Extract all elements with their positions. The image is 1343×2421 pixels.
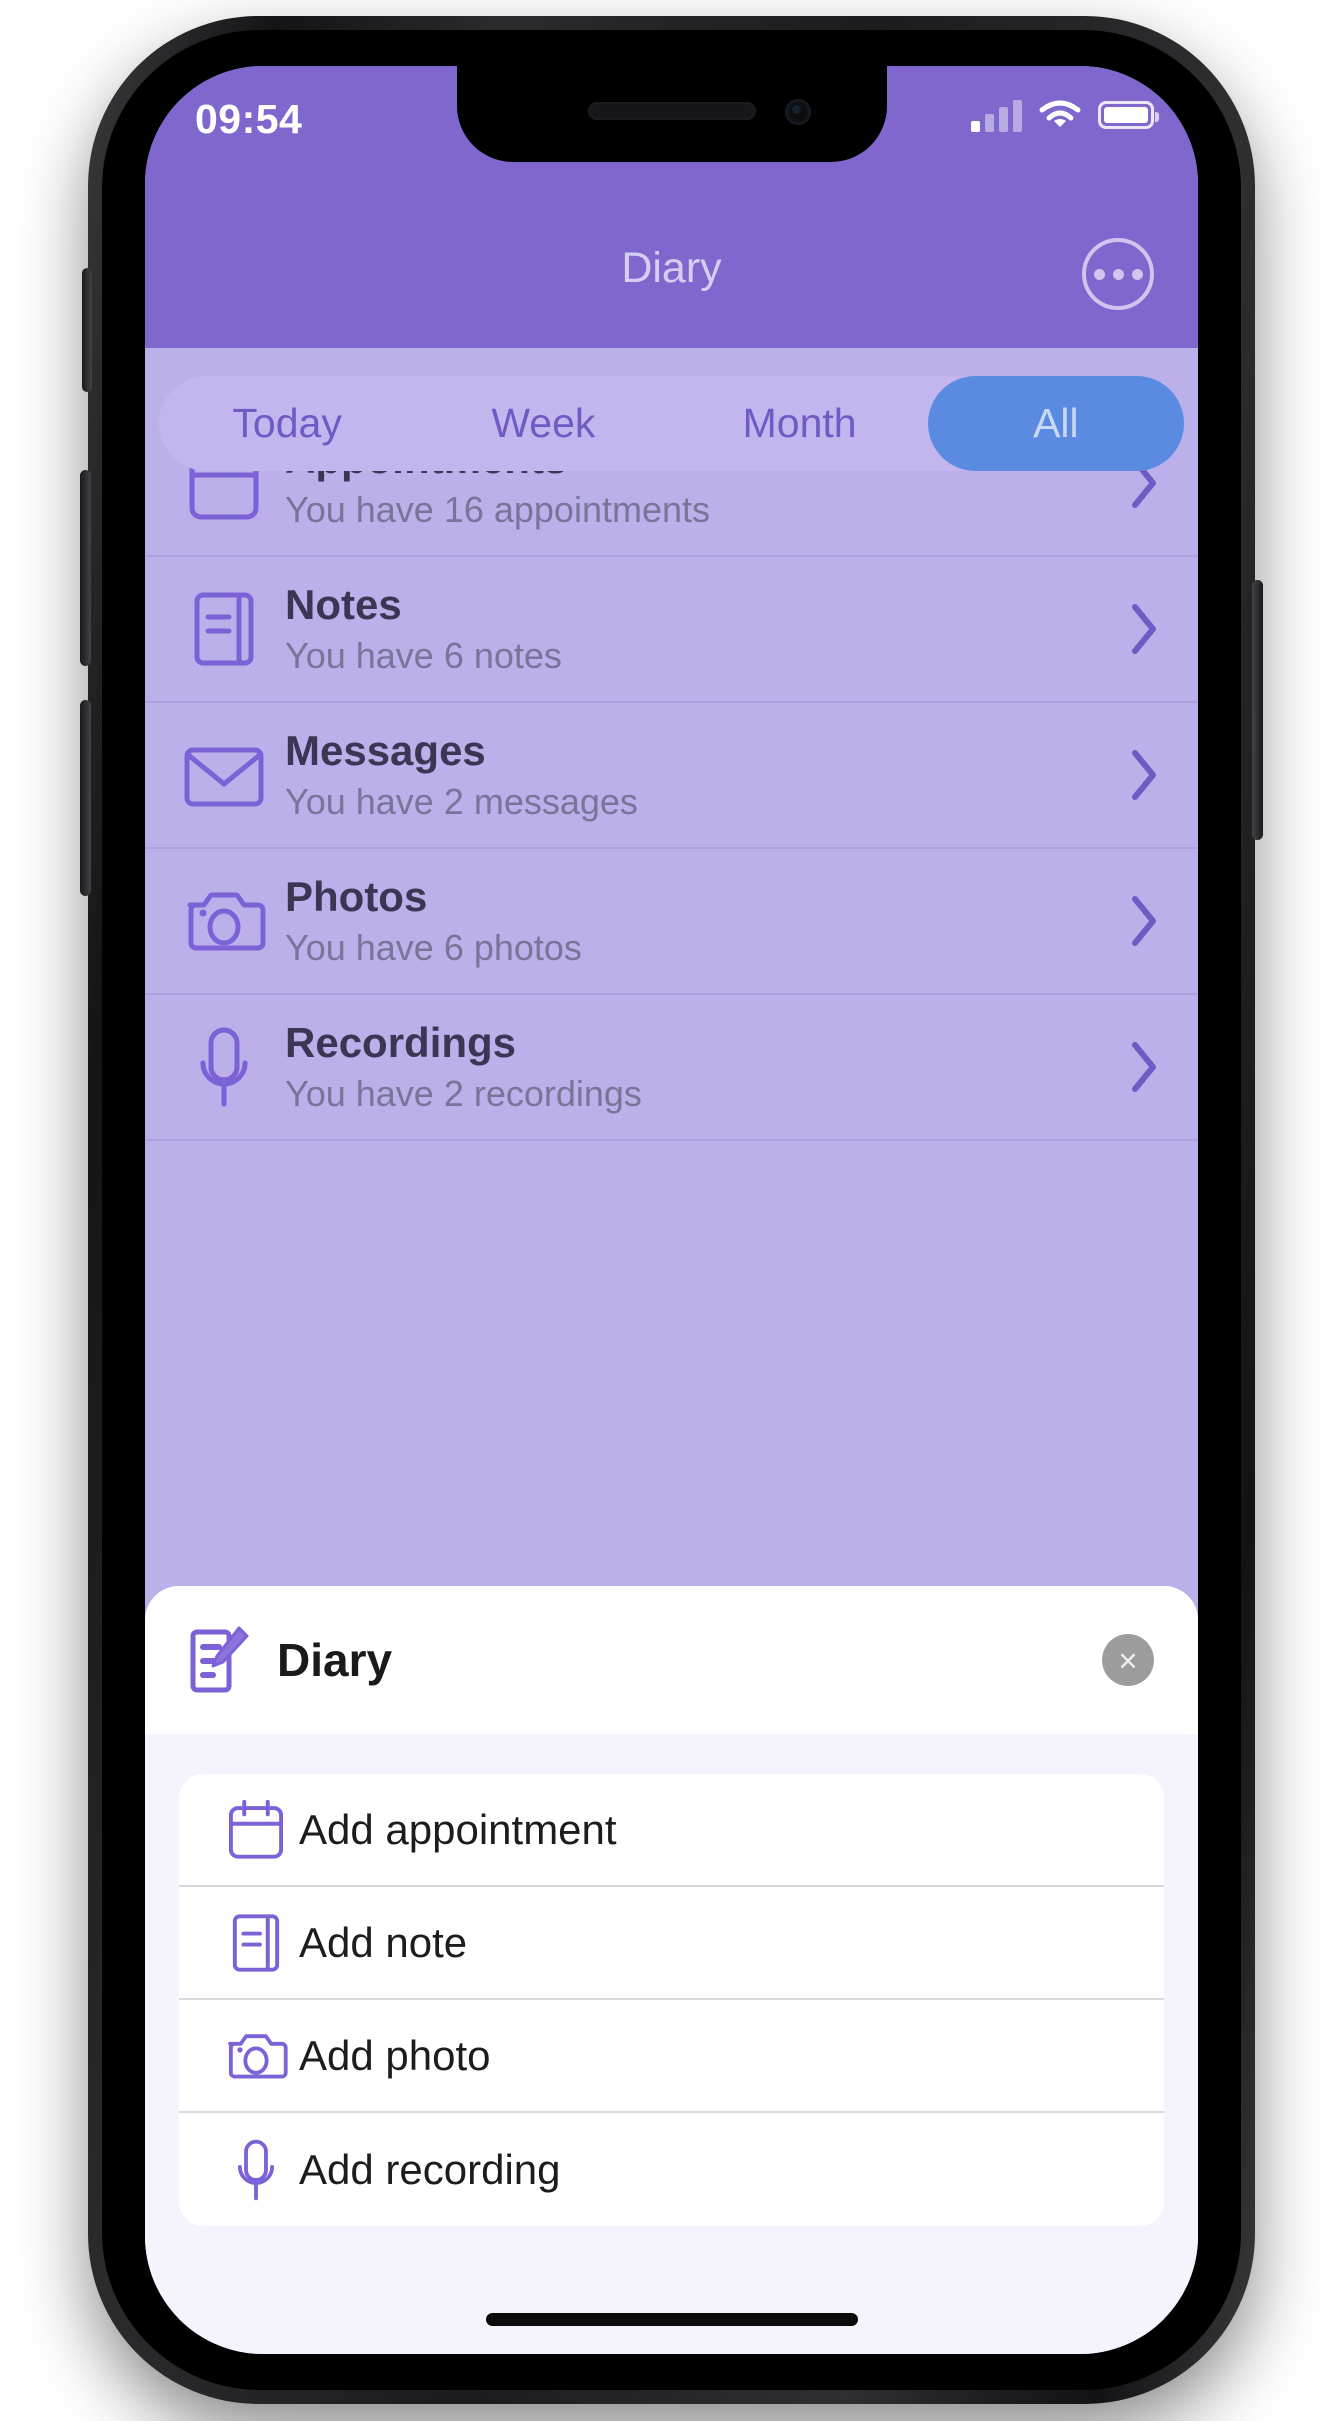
cellular-signal-icon — [971, 98, 1022, 132]
calendar-icon — [213, 1798, 299, 1862]
close-icon[interactable]: × — [1102, 1634, 1154, 1686]
tab-today[interactable]: Today — [159, 376, 415, 471]
diary-pencil-icon — [189, 1626, 261, 1694]
list-item-text: Recordings You have 2 recordings — [279, 1019, 1114, 1115]
front-camera — [784, 99, 811, 125]
tab-week[interactable]: Week — [415, 376, 671, 471]
action-sheet-title: Diary — [277, 1634, 393, 1686]
action-sheet-header: Diary × — [145, 1586, 1198, 1734]
more-dot — [1112, 268, 1124, 280]
list-item-text: Messages You have 2 messages — [279, 727, 1114, 823]
tab-all[interactable]: All — [927, 376, 1184, 471]
microphone-icon — [213, 2137, 299, 2203]
menu-item-label: Add appointment — [299, 1805, 617, 1853]
menu-item-add-photo[interactable]: Add photo — [179, 2000, 1164, 2113]
menu-item-label: Add note — [299, 1918, 468, 1966]
list-item-subtitle: You have 6 notes — [285, 635, 562, 676]
menu-item-add-appointment[interactable]: Add appointment — [179, 1774, 1164, 1887]
list-item-subtitle: You have 2 messages — [285, 781, 638, 822]
list-item-text: Photos You have 6 photos — [279, 873, 1114, 969]
camera-icon — [213, 2028, 299, 2084]
screenshot-stage: Diary 09:54 Today Week Month All You hav… — [0, 0, 1343, 2421]
list-item-subtitle: You have 2 recordings — [285, 1073, 642, 1114]
menu-item-label: Add photo — [299, 2031, 491, 2079]
volume-down-button[interactable] — [80, 700, 91, 896]
envelope-icon — [169, 740, 279, 810]
chevron-right-icon[interactable] — [1114, 747, 1174, 803]
tab-month[interactable]: Month — [672, 376, 928, 471]
battery-full-icon — [1098, 101, 1159, 129]
mute-switch[interactable] — [82, 268, 92, 392]
list-item-messages[interactable]: Messages You have 2 messages — [145, 703, 1198, 849]
more-dot — [1131, 268, 1143, 280]
phone-screen: Diary 09:54 Today Week Month All You hav… — [145, 66, 1198, 2354]
list-item-title: Messages — [285, 727, 486, 774]
list-item-recordings[interactable]: Recordings You have 2 recordings — [145, 995, 1198, 1141]
list-item-text: Notes You have 6 notes — [279, 581, 1114, 677]
status-time: 09:54 — [195, 96, 303, 142]
power-button[interactable] — [1252, 580, 1263, 840]
chevron-right-icon[interactable] — [1114, 893, 1174, 949]
menu-item-add-note[interactable]: Add note — [179, 1887, 1164, 2000]
menu-item-add-recording[interactable]: Add recording — [179, 2113, 1164, 2226]
list-item-title: Notes — [285, 581, 402, 628]
period-segmented-control[interactable]: Today Week Month All — [159, 376, 1184, 471]
more-options-icon[interactable] — [1082, 238, 1154, 310]
status-indicators — [971, 98, 1159, 132]
wifi-icon — [1039, 100, 1081, 127]
list-item-photos[interactable]: Photos You have 6 photos — [145, 849, 1198, 995]
chevron-right-icon[interactable] — [1114, 1039, 1174, 1095]
page-title: Diary — [621, 244, 722, 292]
notebook-icon — [213, 1911, 299, 1975]
camera-icon — [169, 885, 279, 957]
volume-up-button[interactable] — [80, 470, 91, 666]
more-dot — [1093, 268, 1105, 280]
list-item-subtitle: You have 16 appointments — [285, 489, 711, 530]
earpiece-speaker — [587, 102, 756, 120]
device-notch — [456, 66, 887, 162]
list-item-notes[interactable]: Notes You have 6 notes — [145, 557, 1198, 703]
microphone-icon — [169, 1025, 279, 1109]
list-item-subtitle: You have 6 photos — [285, 927, 582, 968]
list-item-title: Photos — [285, 873, 428, 920]
menu-item-label: Add recording — [299, 2145, 561, 2193]
list-item-title: Recordings — [285, 1019, 517, 1066]
action-menu: Add appointment Add note Add photo Add r… — [179, 1774, 1164, 2226]
notebook-icon — [169, 589, 279, 669]
home-indicator[interactable] — [485, 2313, 858, 2326]
action-sheet: Diary × Add appointment Add note Add pho… — [145, 1586, 1198, 2354]
chevron-right-icon[interactable] — [1114, 601, 1174, 657]
